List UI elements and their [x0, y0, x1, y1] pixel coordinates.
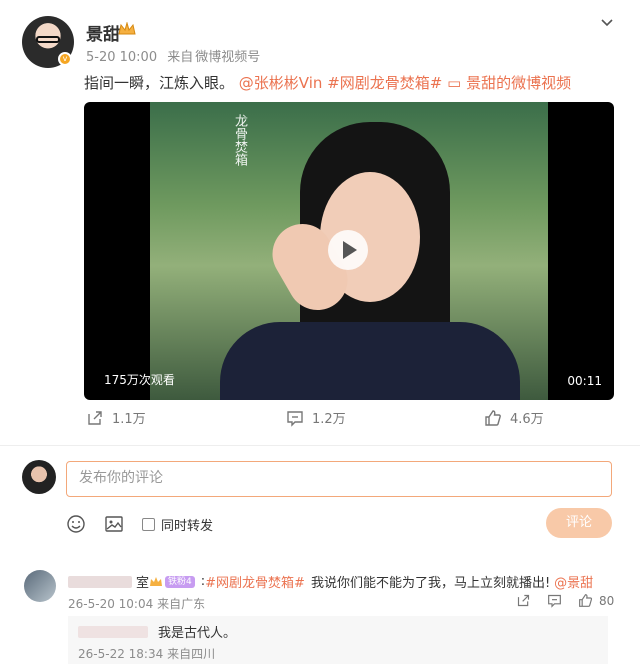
comment-like-button[interactable]: 80	[578, 593, 614, 608]
video-player[interactable]: 龙骨焚箱 175万次观看 00:11	[84, 102, 614, 400]
thumbs-up-icon	[485, 409, 501, 426]
emoji-icon[interactable]	[66, 514, 86, 534]
glasses-decoration	[36, 36, 60, 43]
mention-link[interactable]: @张彬彬Vin	[239, 74, 323, 92]
vip-crown-icon	[118, 22, 136, 35]
repost-button[interactable]: 1.1万	[86, 408, 146, 427]
commenter-name-redacted	[68, 575, 132, 588]
post-meta: 5-20 10:00 来自 微博视频号	[86, 46, 266, 65]
comment-topic-link[interactable]: #网剧龙骨焚箱#	[205, 572, 305, 591]
video-figure-dress	[220, 322, 520, 400]
fan-level-badge: 铁粉4	[165, 575, 195, 588]
post-time[interactable]: 5-20 10:00	[86, 50, 157, 65]
comment-icon	[287, 410, 303, 427]
reply-text: 我是古代人。	[158, 626, 237, 641]
comment-button[interactable]: 1.2万	[286, 408, 346, 427]
comment-count: 1.2万	[312, 412, 346, 427]
reply-location: 来自四川	[167, 647, 216, 661]
comment-actions: 80	[516, 593, 614, 608]
comment-mention-link[interactable]: @景甜	[554, 572, 593, 591]
video-views: 175万次观看	[104, 373, 175, 387]
comment-reply-icon[interactable]	[547, 593, 562, 608]
like-button[interactable]: 4.6万	[484, 408, 544, 427]
post-actions: 1.1万 1.2万 4.6万	[84, 408, 614, 434]
current-user-avatar	[22, 460, 56, 494]
fan-crown-icon	[150, 577, 163, 586]
video-link-icon[interactable]: ▭	[447, 74, 461, 92]
comment-like-count: 80	[599, 593, 615, 608]
comment-meta: 26-5-20 10:04 来自广东	[68, 595, 205, 612]
comment-thumbs-up-icon	[579, 594, 593, 607]
reply-time: 26-5-22 18:34	[78, 647, 164, 661]
comment-share-icon[interactable]	[516, 593, 531, 608]
comment-location: 来自广东	[157, 597, 206, 611]
reply-line: 我是古代人。	[78, 622, 236, 641]
source-prefix: 来自	[167, 50, 194, 65]
play-icon[interactable]	[328, 230, 368, 270]
composer-tools: 同时转发	[66, 512, 213, 536]
comment-text: 我说你们能不能为了我，马上立刻就播出!	[310, 576, 551, 591]
commenter-name[interactable]: 室	[136, 572, 149, 591]
comment-input[interactable]: 发布你的评论	[66, 461, 612, 497]
like-count: 4.6万	[510, 412, 544, 427]
author-name[interactable]: 景甜	[86, 20, 120, 45]
comment-time: 26-5-20 10:04	[68, 597, 154, 611]
chevron-down-icon[interactable]	[600, 16, 614, 30]
forward-label[interactable]: 同时转发	[161, 515, 213, 534]
reply-meta: 26-5-22 18:34 来自四川	[78, 645, 215, 662]
forward-checkbox[interactable]	[142, 517, 155, 531]
image-icon[interactable]	[104, 514, 124, 534]
repost-count: 1.1万	[112, 412, 146, 427]
post-text: 指间一瞬，江炼入眼。 @张彬彬Vin #网剧龙骨焚箱# ▭ 景甜的微博视频	[84, 72, 571, 93]
post-body: 指间一瞬，江炼入眼。	[84, 74, 235, 92]
topic-link[interactable]: #网剧龙骨焚箱#	[327, 74, 442, 92]
comment-line: 室 铁粉4 : #网剧龙骨焚箱# 我说你们能不能为了我，马上立刻就播出! @景甜	[68, 572, 593, 591]
post-source[interactable]: 微博视频号	[195, 50, 260, 65]
submit-comment-button[interactable]: 评论	[546, 508, 612, 538]
video-link[interactable]: 景甜的微博视频	[466, 74, 571, 92]
video-calligraphy: 龙骨焚箱	[232, 114, 247, 166]
replier-name-redacted	[78, 625, 148, 638]
verified-badge-icon: v	[58, 52, 72, 66]
commenter-avatar[interactable]	[24, 570, 56, 602]
video-duration: 00:11	[567, 374, 602, 388]
divider	[0, 445, 640, 446]
repost-icon	[88, 410, 102, 425]
